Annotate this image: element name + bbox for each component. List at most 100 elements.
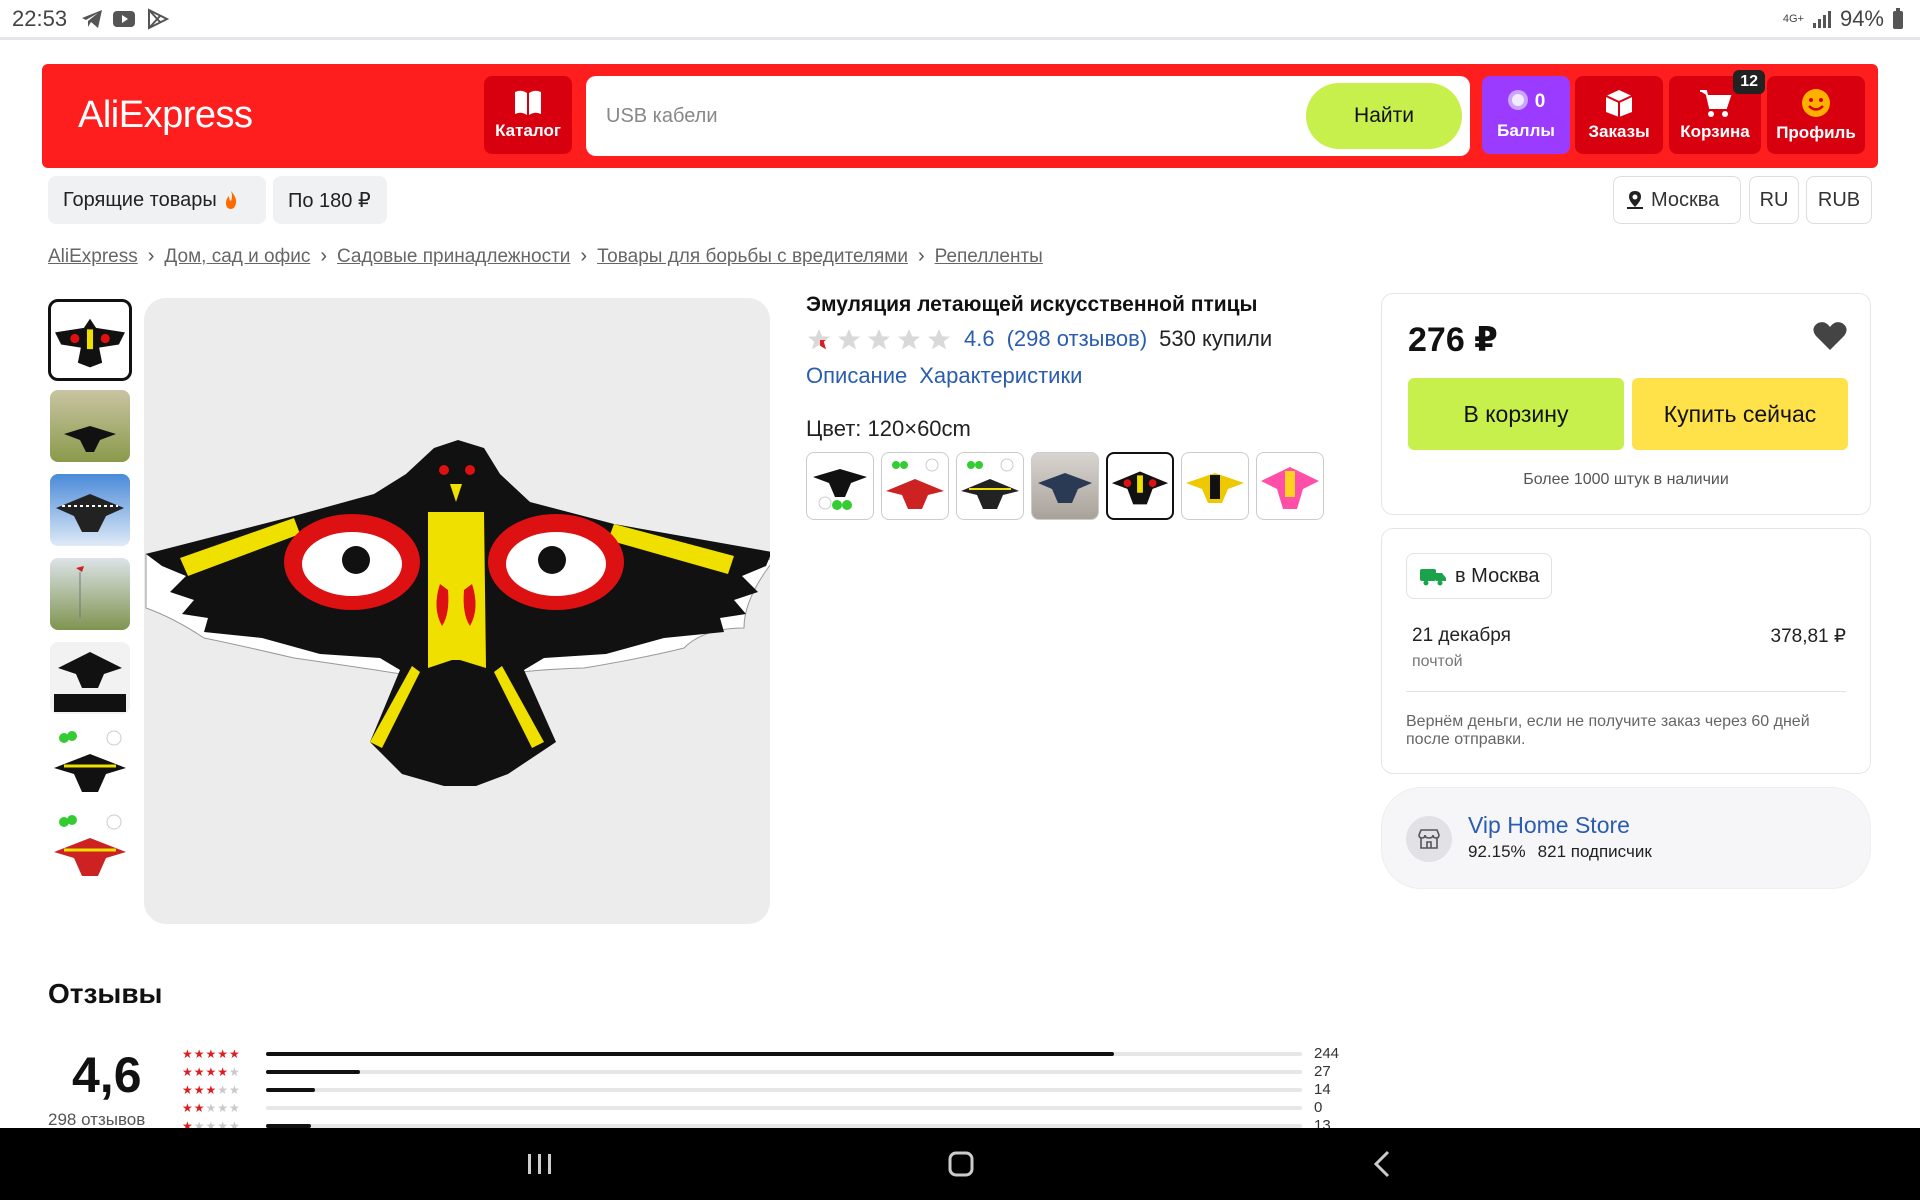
thumbnail[interactable] <box>50 810 130 882</box>
color-swatch[interactable] <box>1256 452 1324 520</box>
rating-count: 244 <box>1314 1045 1340 1062</box>
rating-value[interactable]: 4.6 <box>964 326 995 352</box>
cheap-items-label: По 180 ₽ <box>288 189 371 212</box>
color-swatch[interactable] <box>1181 452 1249 520</box>
catalog-book-icon <box>515 90 541 115</box>
price: 276 ₽ <box>1408 321 1498 359</box>
aliexpress-logo[interactable]: AliExpress <box>78 94 253 137</box>
star-icon <box>898 329 920 350</box>
breadcrumb-link[interactable]: Садовые принадлежности <box>337 246 570 268</box>
reviews-title: Отзывы <box>48 978 163 1009</box>
telegram-icon <box>82 10 102 28</box>
delivery-card: в Москва 21 декабря почтой 378,81 ₽ Верн… <box>1381 528 1871 774</box>
profile-smile-icon <box>1802 89 1830 117</box>
thumbnail[interactable] <box>50 558 130 630</box>
points-button[interactable]: 0 Баллы <box>1482 76 1570 154</box>
product-tabs: Описание Характеристики <box>806 363 1082 389</box>
android-nav-bar <box>0 1128 1920 1200</box>
thumbnail[interactable] <box>50 474 130 546</box>
status-bar: 22:53 4G+ 94% <box>0 0 1920 40</box>
header: AliExpress Каталог Найти 0 Баллы Заказы … <box>42 64 1878 168</box>
add-to-cart-button[interactable]: В корзину <box>1408 378 1624 450</box>
delivery-method: почтой <box>1412 653 1463 670</box>
hot-deals-pill[interactable]: Горящие товары <box>48 176 266 224</box>
color-swatch-selected[interactable] <box>1106 452 1174 520</box>
back-icon[interactable] <box>1370 1148 1394 1180</box>
color-swatch[interactable] <box>806 452 874 520</box>
stars-icon: ★★★★★ <box>182 1047 241 1061</box>
main-product-image[interactable] <box>144 298 770 924</box>
rating-row-3: ★★★★★ 14 <box>182 1081 1331 1098</box>
delivery-truck-icon <box>1420 569 1446 586</box>
delivery-city-chip[interactable]: в Москва <box>1406 553 1553 599</box>
breadcrumb: AliExpress › Дом, сад и офис › Садовые при… <box>48 245 1043 268</box>
store-rating: 92.15% <box>1468 842 1526 861</box>
catalog-button[interactable]: Каталог <box>484 76 572 154</box>
rating-count: 14 <box>1314 1081 1331 1098</box>
network-type: 4G+ <box>1782 12 1804 25</box>
store-card[interactable]: Vip Home Store 92.15% 821 подписчик <box>1381 787 1871 889</box>
buy-now-button[interactable]: Купить сейчас <box>1632 378 1848 450</box>
search-input[interactable] <box>606 100 1286 132</box>
delivery-city-label: в Москва <box>1455 564 1540 587</box>
orders-button[interactable]: Заказы <box>1575 76 1663 154</box>
cart-button[interactable]: Корзина 12 <box>1669 70 1765 154</box>
battery-percent: 94% <box>1839 6 1884 31</box>
points-count: 0 <box>1534 91 1546 112</box>
bird-kite-thumbnail <box>76 566 84 618</box>
thumbnail[interactable] <box>50 390 130 462</box>
color-label: Цвет: 120×60cm <box>806 416 971 441</box>
currency-selector[interactable]: RUB <box>1806 176 1872 224</box>
bird-kite-image <box>145 440 770 786</box>
star-icon <box>838 329 860 350</box>
stock-info: Более 1000 штук в наличии <box>1523 471 1729 488</box>
color-swatch[interactable] <box>1031 452 1099 520</box>
tab-description[interactable]: Описание <box>806 363 907 389</box>
rating-row-4: ★★★★★ 27 <box>182 1063 1331 1080</box>
thumbnail[interactable] <box>50 726 130 798</box>
stars-icon: ★★★★★ <box>182 1083 241 1097</box>
language-label: RU <box>1759 188 1789 211</box>
color-swatch[interactable] <box>881 452 949 520</box>
rating-count: 27 <box>1314 1063 1331 1080</box>
bird-kite-thumbnail <box>54 730 126 792</box>
color-swatch[interactable] <box>956 452 1024 520</box>
bird-kite-swatch <box>886 458 944 509</box>
breadcrumb-link[interactable]: AliExpress <box>48 246 138 268</box>
rating-bar-fill <box>266 1070 360 1074</box>
store-name[interactable]: Vip Home Store <box>1468 812 1630 839</box>
thumbnail[interactable] <box>50 642 130 714</box>
delivery-price: 378,81 ₽ <box>1770 626 1846 647</box>
divider <box>1406 691 1846 692</box>
profile-button[interactable]: Профиль <box>1767 76 1865 154</box>
rating-bar <box>266 1106 1302 1110</box>
store-meta: 92.15% 821 подписчик <box>1468 842 1652 862</box>
rating-count: 0 <box>1314 1099 1323 1116</box>
search-button[interactable]: Найти <box>1306 83 1462 149</box>
heart-icon[interactable] <box>1812 320 1848 352</box>
orders-label: Заказы <box>1588 122 1650 141</box>
tab-specifications[interactable]: Характеристики <box>919 363 1082 389</box>
product-title: Эмуляция летающей искусственной птицы <box>806 293 1258 316</box>
chevron-right-icon: › <box>580 245 588 267</box>
reviews-link[interactable]: (298 отзывов) <box>1007 326 1148 352</box>
location-pin-icon <box>1627 191 1643 209</box>
rating-bar-fill <box>266 1088 315 1092</box>
thumbnail-selected[interactable] <box>48 299 132 381</box>
delivery-date: 21 декабря <box>1412 625 1511 646</box>
store-followers: 821 подписчик <box>1537 842 1652 861</box>
cheap-items-pill[interactable]: По 180 ₽ <box>273 176 387 224</box>
play-store-icon <box>148 8 170 30</box>
breadcrumb-link[interactable]: Репелленты <box>935 246 1043 268</box>
status-right: 4G+ 94% <box>1783 6 1904 32</box>
bird-kite-swatch <box>1186 473 1244 503</box>
breadcrumb-link[interactable]: Дом, сад и офис <box>164 246 310 268</box>
city-selector[interactable]: Москва <box>1613 176 1741 224</box>
battery-icon <box>1893 8 1903 29</box>
home-icon[interactable] <box>945 1148 977 1180</box>
price-card: 276 ₽ В корзину Купить сейчас Более 1000… <box>1381 293 1871 515</box>
breadcrumb-link[interactable]: Товары для борьбы с вредителями <box>597 246 908 268</box>
language-selector[interactable]: RU <box>1749 176 1799 224</box>
recent-apps-icon[interactable] <box>524 1150 556 1178</box>
bird-kite-swatch <box>961 458 1019 509</box>
